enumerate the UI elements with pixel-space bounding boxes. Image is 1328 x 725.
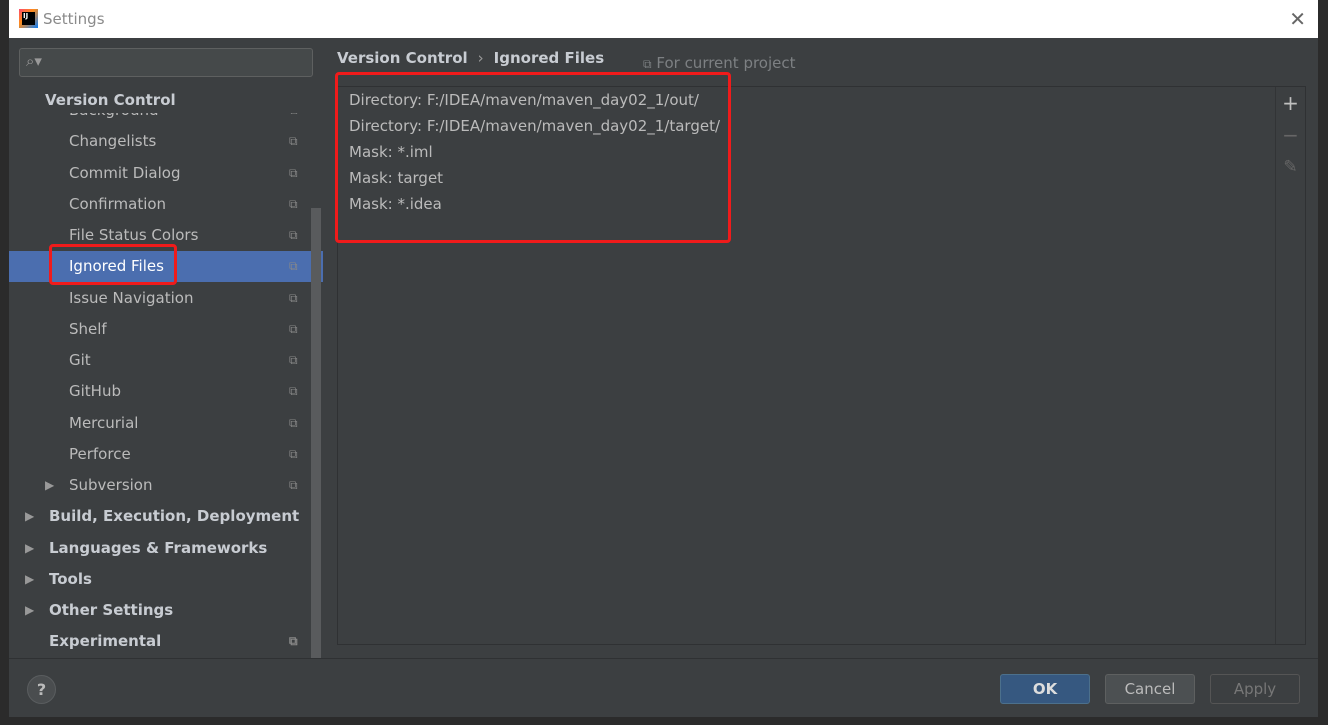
sidebar-item-label: Languages & Frameworks — [49, 538, 268, 557]
settings-dialog: IJ Settings ✕ ⌕▾ Version Control Backgro… — [9, 0, 1318, 717]
expand-arrow-icon[interactable]: ▶ — [25, 501, 34, 532]
breadcrumb-current: Ignored Files — [493, 49, 605, 67]
remove-icon[interactable]: − — [1276, 119, 1305, 151]
copy-icon: ⧉ — [289, 228, 298, 242]
edit-icon[interactable]: ✎ — [1276, 151, 1305, 183]
sidebar-item-label: Perforce — [69, 444, 131, 463]
copy-icon: ⧉ — [289, 290, 298, 305]
breadcrumb-separator: › — [477, 49, 484, 67]
sidebar-item[interactable]: ▶ Tools — [9, 564, 323, 595]
breadcrumb-parent[interactable]: Version Control — [337, 49, 468, 67]
close-icon[interactable]: ✕ — [1289, 7, 1306, 31]
sidebar-item[interactable]: Issue Navigation ⧉ — [9, 283, 323, 314]
sidebar-item[interactable]: Mercurial ⧉ — [9, 408, 323, 439]
sidebar-item-label: Other Settings — [49, 601, 174, 619]
expand-arrow-icon[interactable]: ▶ — [45, 470, 54, 501]
expand-arrow-icon[interactable]: ▶ — [25, 533, 34, 564]
settings-sidebar: ⌕▾ Version Control Background⧉Changelist… — [9, 38, 323, 658]
breadcrumb: Version Control › Ignored Files — [337, 49, 604, 67]
sidebar-item-label: Commit Dialog — [69, 163, 181, 182]
sidebar-item[interactable]: Changelists ⧉ — [9, 126, 323, 157]
sidebar-item[interactable]: Perforce ⧉ — [9, 439, 323, 470]
scope-label: ⧉ For current project — [643, 54, 796, 72]
apply-button[interactable]: Apply — [1210, 674, 1300, 704]
add-icon[interactable]: + — [1276, 87, 1305, 119]
dialog-footer: ? OK Cancel Apply — [9, 658, 1318, 717]
sidebar-item[interactable]: ▶ Languages & Frameworks — [9, 533, 323, 564]
sidebar-item[interactable]: Confirmation ⧉ — [9, 189, 323, 220]
sidebar-item[interactable]: Experimental ⧉ — [9, 626, 323, 657]
search-input[interactable]: ⌕▾ — [19, 48, 313, 77]
copy-icon: ⧉ — [289, 134, 298, 149]
copy-icon: ⧉ — [289, 446, 298, 461]
sidebar-item-label: Mercurial — [69, 413, 139, 432]
copy-icon: ⧉ — [289, 321, 298, 336]
sidebar-item-label: Build, Execution, Deployment — [49, 507, 300, 526]
sidebar-item[interactable]: Shelf ⧉ — [9, 314, 323, 345]
title-bar: IJ Settings ✕ — [9, 0, 1318, 38]
sidebar-item-label: Shelf — [69, 319, 107, 338]
sidebar-item-label: Subversion — [69, 476, 153, 494]
help-button[interactable]: ? — [27, 675, 56, 704]
copy-icon: ⧉ — [289, 259, 298, 274]
copy-icon: ⧉ — [643, 57, 652, 71]
sidebar-item-label: Changelists — [69, 132, 157, 151]
sidebar-item-label: Issue Navigation — [69, 288, 194, 307]
copy-icon: ⧉ — [289, 165, 298, 180]
expand-arrow-icon[interactable]: ▶ — [25, 564, 34, 595]
sidebar-item-label: Tools — [49, 569, 92, 588]
search-icon: ⌕▾ — [26, 52, 42, 70]
list-toolbar: + − ✎ — [1275, 87, 1305, 644]
copy-icon: ⧉ — [289, 478, 298, 492]
cancel-button[interactable]: Cancel — [1105, 674, 1195, 704]
sidebar-item-label: Git — [69, 351, 91, 369]
sidebar-item[interactable]: ▶ Subversion ⧉ — [9, 470, 323, 501]
copy-icon: ⧉ — [289, 634, 298, 649]
expand-arrow-icon[interactable]: ▶ — [25, 595, 34, 626]
copy-icon: ⧉ — [289, 196, 298, 211]
sidebar-item-label: Confirmation — [69, 194, 167, 213]
sidebar-item-label: GitHub — [69, 382, 121, 401]
copy-icon: ⧉ — [289, 415, 298, 430]
sidebar-item[interactable]: Git ⧉ — [9, 345, 323, 376]
ok-button[interactable]: OK — [1000, 674, 1090, 704]
window-title: Settings — [43, 10, 105, 28]
sidebar-item-label: Experimental — [49, 632, 162, 651]
sidebar-item[interactable]: Commit Dialog ⧉ — [9, 158, 323, 189]
sidebar-item[interactable]: GitHub ⧉ — [9, 376, 323, 407]
copy-icon: ⧉ — [289, 353, 298, 367]
copy-icon: ⧉ — [289, 384, 298, 399]
highlight-box-selected — [49, 244, 177, 285]
sidebar-scrollbar[interactable] — [311, 208, 321, 658]
highlight-box-list — [335, 72, 731, 243]
sidebar-item[interactable]: ▶ Build, Execution, Deployment — [9, 501, 323, 532]
scope-text: For current project — [656, 54, 796, 72]
sidebar-section-header: Version Control — [45, 91, 305, 113]
intellij-logo-icon: IJ — [19, 9, 38, 28]
sidebar-item[interactable]: ▶ Other Settings — [9, 595, 323, 626]
